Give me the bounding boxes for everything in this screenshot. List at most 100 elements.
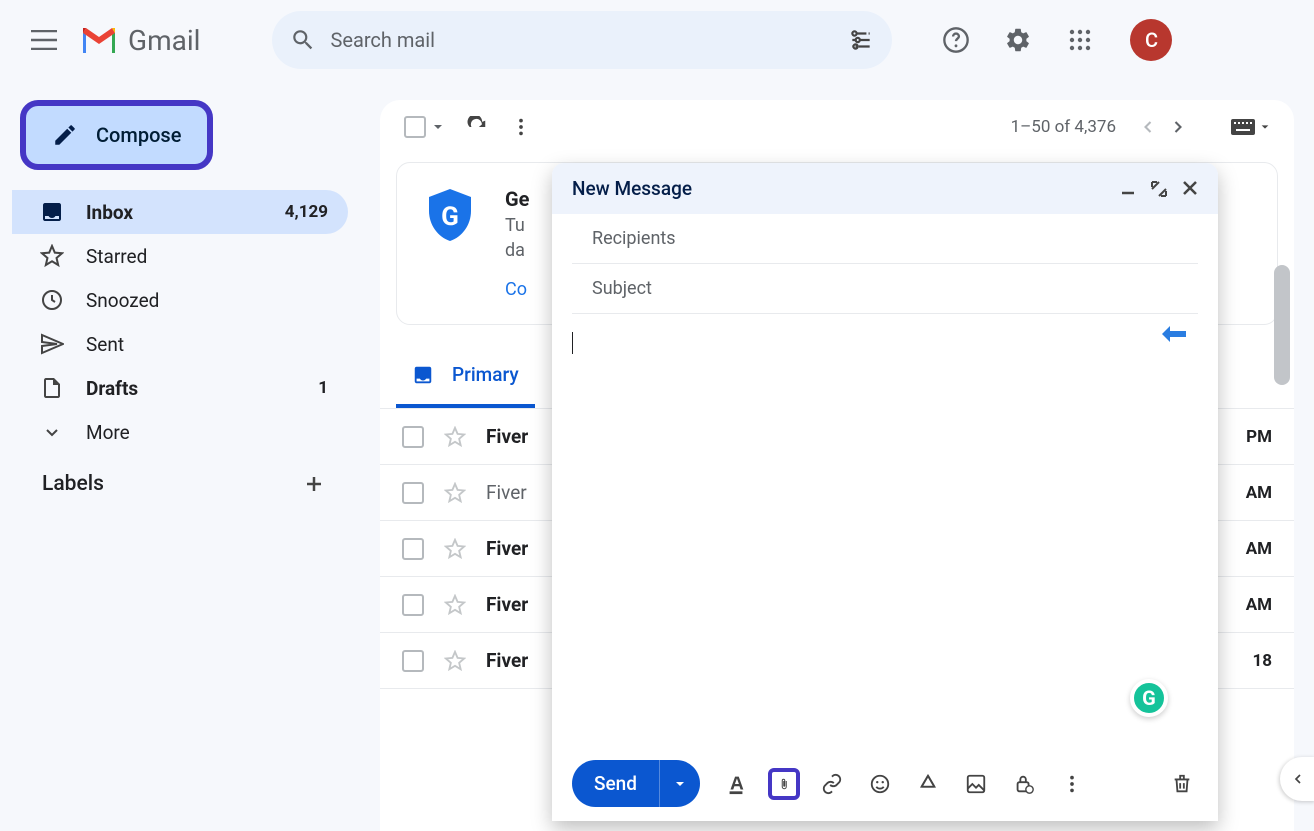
scrollbar[interactable] — [1274, 265, 1290, 385]
sidebar-item-sent[interactable]: Sent — [12, 322, 348, 366]
tab-label: Primary — [452, 363, 519, 386]
sidebar-item-snoozed[interactable]: Snoozed — [12, 278, 348, 322]
search-bar[interactable] — [272, 11, 892, 69]
star-button[interactable] — [444, 426, 466, 448]
app-name: Gmail — [128, 24, 200, 57]
pager-text: 1–50 of 4,376 — [1011, 117, 1116, 137]
paperclip-icon — [778, 773, 790, 795]
compose-button[interactable]: Compose — [20, 100, 213, 170]
search-input[interactable] — [330, 28, 834, 52]
nav-label: Inbox — [86, 201, 263, 224]
apps-grid-icon — [1068, 28, 1092, 52]
sidebar-item-drafts[interactable]: Drafts 1 — [12, 366, 348, 410]
sidebar-item-more[interactable]: More — [12, 410, 348, 454]
prev-page-button[interactable] — [1138, 117, 1158, 137]
checkbox-icon[interactable] — [402, 482, 424, 504]
header: Gmail C — [0, 0, 1314, 80]
email-sender: Fiver — [486, 481, 527, 504]
settings-button[interactable] — [996, 18, 1040, 62]
compose-header[interactable]: New Message — [552, 163, 1218, 214]
apps-button[interactable] — [1058, 18, 1102, 62]
nav-label: Sent — [86, 333, 328, 356]
send-options[interactable] — [660, 766, 700, 802]
compose-window: New Message Send — [552, 163, 1218, 821]
link-icon — [821, 773, 843, 795]
insert-photo-button[interactable] — [960, 768, 992, 800]
nav-label: More — [86, 421, 328, 444]
refresh-button[interactable] — [466, 116, 488, 138]
extension-icon[interactable] — [1160, 324, 1188, 344]
email-time: AM — [1246, 483, 1272, 503]
email-sender: Fiver — [486, 649, 528, 672]
more-options-button[interactable] — [510, 116, 532, 138]
header-actions: C — [934, 18, 1172, 62]
gmail-logo[interactable]: Gmail — [80, 24, 200, 57]
recipients-field[interactable] — [572, 214, 1198, 264]
email-time: 18 — [1252, 651, 1272, 671]
discard-draft-button[interactable] — [1166, 768, 1198, 800]
close-button[interactable] — [1182, 180, 1198, 196]
minimize-button[interactable] — [1120, 180, 1136, 196]
sidebar: Compose Inbox 4,129 Starred Snoozed Sent… — [0, 90, 360, 506]
tab-primary[interactable]: Primary — [396, 345, 535, 408]
recipients-input[interactable] — [592, 228, 1178, 249]
drive-icon — [917, 773, 939, 795]
pencil-icon — [52, 122, 78, 148]
more-vert-icon — [1061, 773, 1083, 795]
compose-footer: Send — [552, 746, 1218, 821]
email-sender: Fiver — [486, 537, 528, 560]
star-button[interactable] — [444, 538, 466, 560]
sidebar-item-starred[interactable]: Starred — [12, 234, 348, 278]
insert-emoji-button[interactable] — [864, 768, 896, 800]
sidebar-item-inbox[interactable]: Inbox 4,129 — [12, 190, 348, 234]
next-page-button[interactable] — [1168, 117, 1188, 137]
compose-body[interactable] — [552, 314, 1218, 746]
text-cursor — [572, 332, 573, 354]
labels-section: Labels — [12, 454, 348, 506]
checkbox-icon[interactable] — [402, 538, 424, 560]
star-button[interactable] — [444, 594, 466, 616]
compose-title: New Message — [572, 177, 1120, 200]
help-icon — [942, 26, 970, 54]
email-time: AM — [1246, 539, 1272, 559]
dropdown-caret-icon — [1260, 122, 1270, 132]
subject-input[interactable] — [592, 278, 1178, 299]
svg-text:G: G — [441, 202, 459, 232]
more-compose-options[interactable] — [1056, 768, 1088, 800]
insert-drive-button[interactable] — [912, 768, 944, 800]
email-toolbar: 1–50 of 4,376 — [380, 100, 1294, 154]
star-button[interactable] — [444, 482, 466, 504]
formatting-button[interactable] — [720, 768, 752, 800]
send-button[interactable]: Send — [572, 760, 700, 807]
add-label-button[interactable] — [302, 472, 326, 496]
gear-icon — [1004, 26, 1032, 54]
input-tools[interactable] — [1230, 118, 1270, 136]
hamburger-icon — [31, 30, 57, 50]
document-icon — [40, 376, 64, 400]
star-button[interactable] — [444, 650, 466, 672]
dropdown-caret-icon — [432, 121, 444, 133]
promo-link[interactable]: Co — [505, 279, 527, 300]
inbox-icon — [412, 364, 434, 386]
email-sender: Fiver — [486, 593, 528, 616]
insert-link-button[interactable] — [816, 768, 848, 800]
confidential-mode-button[interactable] — [1008, 768, 1040, 800]
send-label: Send — [572, 760, 660, 807]
checkbox-icon[interactable] — [402, 650, 424, 672]
nav-count: 4,129 — [285, 202, 328, 222]
checkbox-icon[interactable] — [402, 594, 424, 616]
account-avatar[interactable]: C — [1130, 19, 1172, 61]
chevron-left-icon — [1290, 771, 1306, 787]
attach-file-button[interactable] — [768, 768, 800, 800]
search-options-icon[interactable] — [848, 27, 874, 53]
select-all[interactable] — [404, 116, 444, 138]
chevron-down-icon — [40, 420, 64, 444]
send-icon — [40, 332, 64, 356]
subject-field[interactable] — [572, 264, 1198, 314]
search-icon — [290, 27, 316, 53]
support-button[interactable] — [934, 18, 978, 62]
checkbox-icon[interactable] — [402, 426, 424, 448]
grammarly-badge[interactable]: G — [1130, 679, 1168, 717]
main-menu-button[interactable] — [20, 16, 68, 64]
fullscreen-button[interactable] — [1150, 180, 1168, 198]
